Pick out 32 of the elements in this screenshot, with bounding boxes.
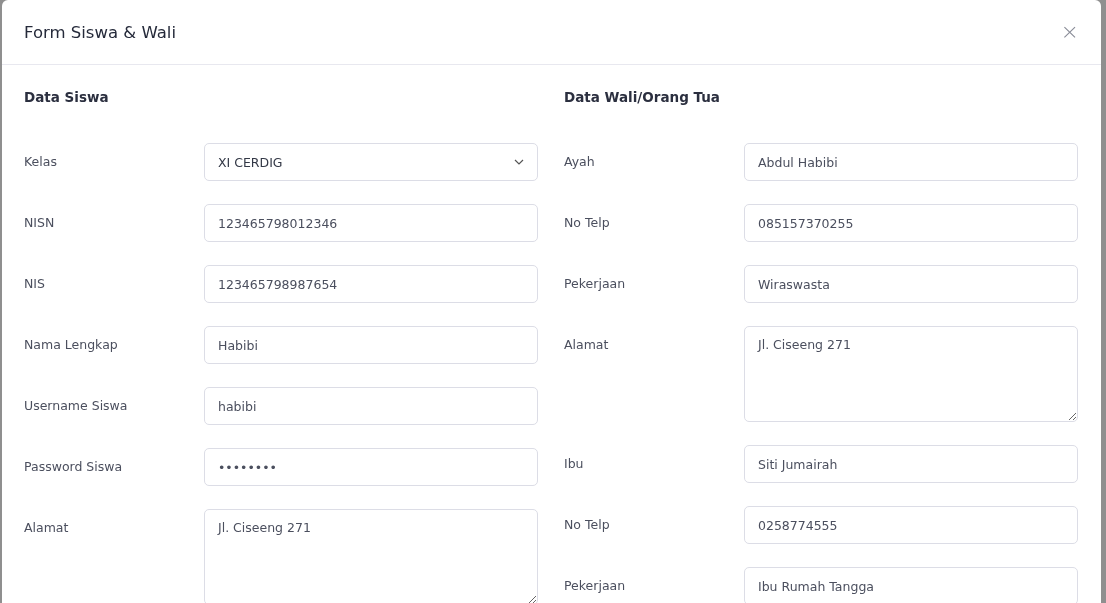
section-title: Data Siswa: [24, 88, 110, 107]
input-field[interactable]: Siti Jumairah: [744, 445, 1078, 483]
input-field[interactable]: Wiraswasta: [744, 265, 1078, 303]
input-field[interactable]: 085157370255: [744, 204, 1078, 242]
section-title: Data Wali/Orang Tua: [564, 88, 721, 107]
field-label: Ibu: [564, 455, 585, 473]
chevron-down-icon: [514, 159, 524, 165]
modal-title: Form Siswa & Wali: [24, 22, 176, 42]
input-field[interactable]: Habibi: [204, 326, 538, 364]
input-field[interactable]: Ibu Rumah Tangga: [744, 567, 1078, 603]
field-label: Alamat: [24, 519, 70, 537]
field-label: NISN: [24, 214, 56, 232]
input-field[interactable]: Abdul Habibi: [744, 143, 1078, 181]
field-label: Nama Lengkap: [24, 336, 119, 354]
field-label: Pekerjaan: [564, 275, 627, 293]
input-field[interactable]: 0258774555: [744, 506, 1078, 544]
input-field[interactable]: 123465798012346: [204, 204, 538, 242]
input-field[interactable]: 123465798987654: [204, 265, 538, 303]
address-field[interactable]: Jl. Ciseeng 271: [204, 509, 538, 603]
field-label: Pekerjaan: [564, 577, 627, 595]
input-field[interactable]: habibi: [204, 387, 538, 425]
field-label: Alamat: [564, 336, 610, 354]
field-label: NIS: [24, 275, 46, 293]
password-field[interactable]: ••••••••: [204, 448, 538, 486]
field-label: Ayah: [564, 153, 596, 171]
class-select[interactable]: XI CERDIG: [204, 143, 538, 181]
field-label: Password Siswa: [24, 458, 124, 476]
address-field[interactable]: Jl. Ciseeng 271: [744, 326, 1078, 422]
field-label: Kelas: [24, 153, 58, 171]
field-label: Username Siswa: [24, 397, 129, 415]
field-label: No Telp: [564, 516, 611, 534]
field-label: No Telp: [564, 214, 611, 232]
